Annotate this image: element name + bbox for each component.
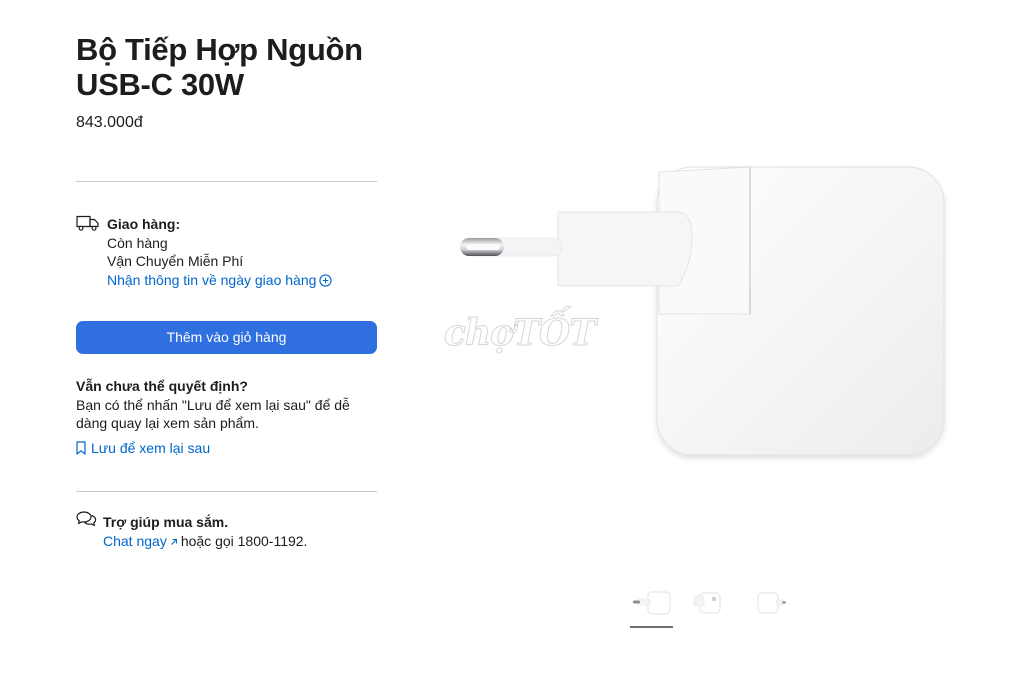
delivery-date-link[interactable]: Nhận thông tin về ngày giao hàng (107, 271, 387, 290)
external-arrow-icon[interactable] (170, 538, 178, 546)
save-for-later-section: Vẫn chưa thể quyết định? Bạn có thể nhấn… (76, 377, 377, 433)
undecided-question: Vẫn chưa thể quyết định? (76, 378, 248, 394)
chat-now-label[interactable]: Chat ngay (103, 533, 167, 549)
thumbnail-2[interactable] (686, 588, 730, 618)
thumbnail-1[interactable] (632, 588, 676, 618)
stock-status: Còn hàng (107, 234, 168, 251)
add-to-cart-button[interactable]: Thêm vào giỏ hàng (76, 321, 377, 354)
truck-icon (76, 215, 99, 231)
thumbnail-3[interactable] (746, 588, 790, 618)
save-for-later-link[interactable]: Lưu để xem lại sau (76, 440, 210, 456)
chat-bubbles-icon (76, 511, 97, 527)
plus-circle-icon[interactable] (319, 273, 333, 287)
save-for-later-label[interactable]: Lưu để xem lại sau (91, 440, 210, 456)
product-title: Bộ Tiếp Hợp Nguồn USB-C 30W (76, 32, 406, 102)
product-title-line1: Bộ Tiếp Hợp Nguồn (76, 32, 363, 67)
product-price: 843.000đ (76, 114, 143, 131)
divider-bottom (76, 491, 377, 492)
shipping-info: Vận Chuyển Miễn Phí (107, 253, 244, 269)
divider-top (76, 181, 377, 182)
undecided-description: Bạn có thể nhấn "Lưu để xem lại sau" để … (76, 396, 350, 432)
call-info: hoặc gọi 1800-1192. (180, 532, 308, 549)
product-image (460, 166, 945, 456)
thumbnail-active-indicator (630, 626, 673, 628)
delivery-date-link-label[interactable]: Nhận thông tin về ngày giao hàng (107, 272, 316, 288)
product-title-line2: USB-C 30W (76, 67, 244, 102)
gallery-thumbnails (628, 588, 798, 632)
watermark-logo: chợTỐT (443, 312, 596, 355)
bookmark-icon[interactable] (76, 441, 86, 455)
chat-now-link[interactable]: Chat ngay (103, 533, 181, 549)
delivery-heading: Giao hàng: (107, 216, 181, 232)
help-heading: Trợ giúp mua sắm. (103, 514, 229, 530)
